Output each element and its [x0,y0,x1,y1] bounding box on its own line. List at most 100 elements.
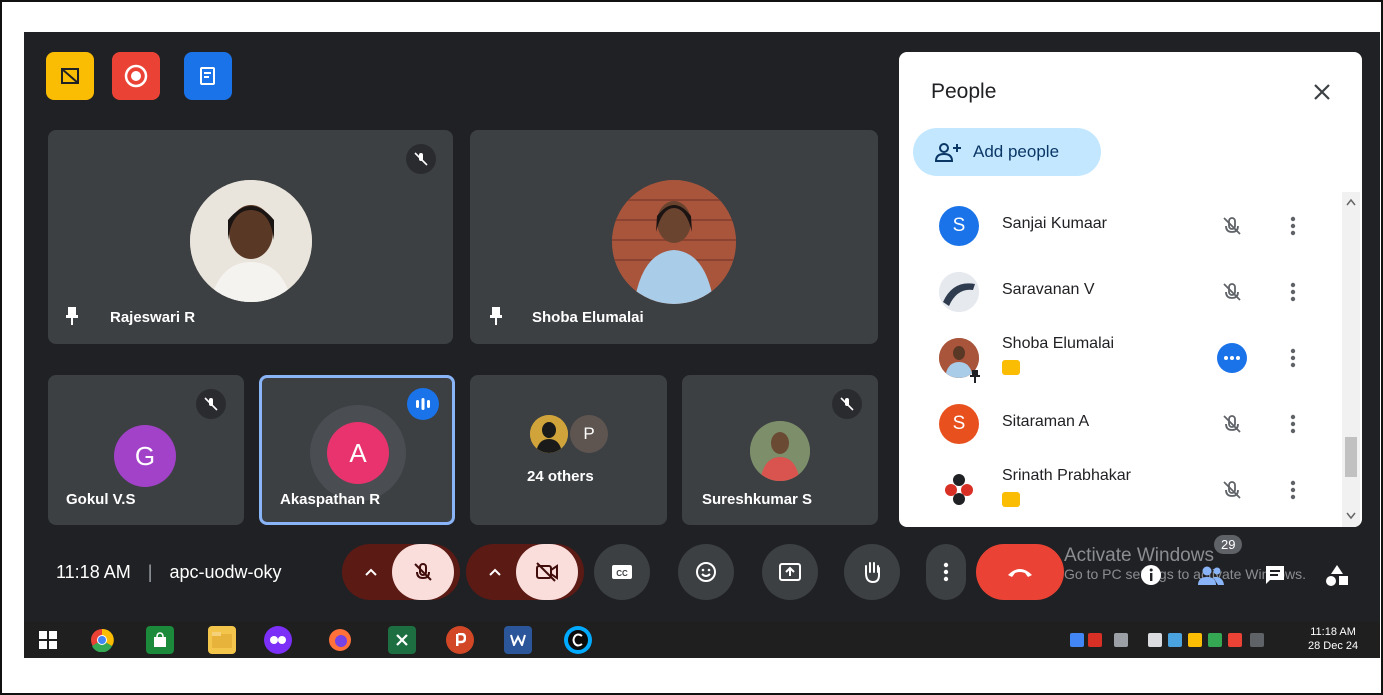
muted-icon[interactable] [1217,211,1247,241]
activities-icon [1326,565,1348,586]
meeting-details-button[interactable] [1136,560,1166,590]
others-count-label: 24 others [527,468,594,485]
display-tray-icon[interactable] [1114,633,1128,647]
more-options-icon[interactable] [1281,475,1305,505]
battery-tray-icon[interactable] [1148,633,1162,647]
store-icon[interactable] [146,626,174,654]
camera-toggle-button[interactable] [516,544,578,600]
raise-hand-button[interactable] [844,544,900,600]
more-vert-icon [943,562,949,582]
taskbar-time: 11:18 AM [1310,626,1356,638]
chrome-icon[interactable] [88,626,116,654]
pin-icon[interactable] [64,306,80,326]
mic-toggle-button[interactable] [392,544,454,600]
notes-tray-icon[interactable] [1188,633,1202,647]
activities-button[interactable] [1322,560,1352,590]
people-list-scrollbar[interactable] [1342,192,1360,527]
more-options-button[interactable] [926,544,966,600]
participant-tile-sureshkumar[interactable]: Sureshkumar S [682,375,878,525]
participant-photo [612,180,736,304]
list-item[interactable]: Saravanan V [899,261,1329,327]
app-tray-icon[interactable] [1208,633,1222,647]
others-tile[interactable]: P 24 others [470,375,667,525]
notes-badge-button[interactable] [184,52,232,100]
windows-start-icon[interactable] [34,626,62,654]
more-options-icon[interactable] [1281,277,1305,307]
chevron-up-icon [365,568,377,576]
volume-tray-icon[interactable] [1088,633,1102,647]
participant-photo [750,421,810,481]
add-people-button[interactable]: Add people [913,128,1101,176]
flag-tray-icon[interactable] [1228,633,1242,647]
notes-icon [200,67,215,85]
mic-tray-icon[interactable] [1070,633,1084,647]
word-icon[interactable] [504,626,532,654]
scroll-down-icon[interactable] [1346,512,1356,520]
leave-call-button[interactable] [976,544,1064,600]
excel-icon[interactable] [388,626,416,654]
signal-tray-icon[interactable] [1250,633,1264,647]
panel-title: People [931,80,997,103]
speaking-indicator-icon [407,388,439,420]
hand-icon [865,562,880,584]
emoji-icon [696,562,716,582]
record-icon [124,64,148,88]
list-item[interactable]: Shoba Elumalai [899,327,1329,393]
powerpoint-icon[interactable] [446,626,474,654]
firefox-icon[interactable] [326,626,354,654]
end-call-icon [1008,569,1032,577]
present-screen-button[interactable] [762,544,818,600]
more-options-icon[interactable] [1281,409,1305,439]
participant-tile-akaspathan[interactable]: A Akaspathan R [259,375,455,525]
list-item[interactable]: S Sitaraman A [899,393,1329,459]
participant-tile-rajeswari[interactable]: Rajeswari R [48,130,453,344]
chat-icon [1266,566,1284,584]
reactions-button[interactable] [678,544,734,600]
participant-name: Gokul V.S [66,491,136,508]
meeting-info-separator: | [147,562,153,582]
muted-icon [832,389,862,419]
pin-icon[interactable] [488,306,504,326]
chat-button[interactable] [1260,560,1290,590]
presenting-icon [1002,360,1020,375]
person-avatar: S [939,206,979,246]
participant-avatar: A [327,422,389,484]
people-button[interactable] [1196,560,1226,590]
mic-options-button[interactable] [354,544,388,600]
presentation-badge-button[interactable] [46,52,94,100]
person-name: Sanjai Kumaar [1002,215,1107,232]
person-avatar [939,470,979,510]
more-status-icon[interactable] [1217,343,1247,373]
file-explorer-icon[interactable] [208,626,236,654]
close-panel-button[interactable] [1308,78,1336,106]
person-avatar [939,272,979,312]
participant-photo [190,180,312,302]
captions-button[interactable]: CC [594,544,650,600]
app-icon[interactable] [264,626,292,654]
participant-tile-shoba[interactable]: Shoba Elumalai [470,130,878,344]
taskbar-clock[interactable]: 11:18 AM 28 Dec 24 [1308,625,1358,653]
more-options-icon[interactable] [1281,211,1305,241]
participant-tile-gokul[interactable]: G Gokul V.S [48,375,244,525]
chevron-up-icon [489,568,501,576]
pin-icon [970,370,980,383]
camera-off-icon [536,562,558,582]
list-item[interactable]: Srinath Prabhakar [899,459,1329,525]
list-item[interactable]: S Sanjai Kumaar [899,195,1329,261]
app-c-icon[interactable] [564,626,592,654]
svg-text:CC: CC [616,569,628,578]
muted-icon[interactable] [1217,277,1247,307]
scroll-up-icon[interactable] [1346,198,1356,206]
network-tray-icon[interactable] [1168,633,1182,647]
participant-name: Sureshkumar S [702,491,813,508]
muted-icon[interactable] [1217,409,1247,439]
meeting-code: apc-uodw-oky [169,562,282,582]
more-options-icon[interactable] [1281,343,1305,373]
participant-avatar: G [114,425,176,487]
muted-icon[interactable] [1217,475,1247,505]
person-avatar: S [939,404,979,444]
participant-count-badge: 29 [1214,535,1243,554]
camera-options-button[interactable] [478,544,512,600]
recording-badge-button[interactable] [112,52,160,100]
scrollbar-thumb[interactable] [1345,437,1357,477]
